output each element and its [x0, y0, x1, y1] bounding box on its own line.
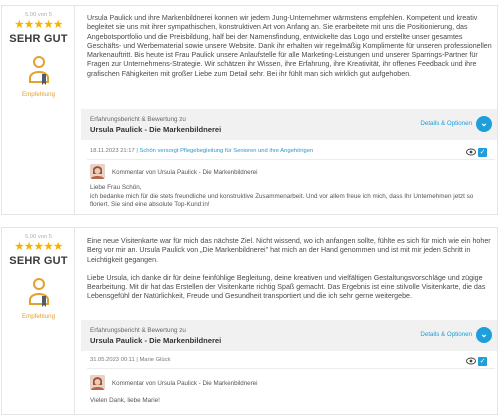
- star-rating: ★★★★★: [14, 241, 63, 253]
- review-info-bar: Erfahrungsbericht & Bewertung zu Ursula …: [81, 109, 497, 140]
- review-date: 31.05.2023 00:11: [90, 357, 135, 363]
- review-author: Marie Glück: [139, 357, 171, 363]
- details-options-link[interactable]: Details & Optionen: [420, 120, 472, 127]
- checkbox-icon[interactable]: ✓: [478, 148, 487, 157]
- recommendation-label: Empfehlung: [21, 313, 56, 320]
- comment-line: floriert. Sie sind eine absolute Top-Kun…: [90, 201, 210, 209]
- review-text: Ursula Paulick und ihre Markenbildnerei …: [87, 14, 492, 78]
- review-meta: 31.05.2023 00:11 | Marie Glück: [90, 357, 170, 363]
- review-actions: ✓: [466, 148, 492, 157]
- verdict-label: SEHR GUT: [9, 255, 68, 267]
- review-date: 18.11.2023 21:17: [90, 148, 135, 154]
- star-rating: ★★★★★: [14, 19, 63, 31]
- company-name[interactable]: Ursula Paulick - Die Markenbildnerei: [90, 125, 221, 134]
- award-person-icon: [29, 56, 49, 85]
- review-actions: ✓: [466, 357, 492, 366]
- review-paragraph: Eine neue Visitenkarte war für mich das …: [87, 237, 491, 264]
- comment-line: Liebe Frau Schön,: [90, 184, 142, 191]
- review-paragraph: Liebe Ursula, ich danke dir für deine fe…: [87, 273, 486, 301]
- chevron-down-icon[interactable]: ⌄: [476, 116, 492, 132]
- avatar: [90, 164, 105, 179]
- review-author-link[interactable]: Schön versorgt Pflegebegleitung für Seni…: [139, 148, 313, 154]
- company-name[interactable]: Ursula Paulick - Die Markenbildnerei: [90, 336, 221, 345]
- checkbox-icon[interactable]: ✓: [478, 357, 487, 366]
- info-caption: Erfahrungsbericht & Bewertung zu: [90, 116, 186, 123]
- comment-text: Liebe Frau Schön, ich bedanke mich für d…: [90, 184, 496, 210]
- eye-icon[interactable]: [466, 357, 476, 365]
- review-text: Eine neue Visitenkarte war für mich das …: [87, 237, 493, 302]
- comment-header: Kommentar von Ursula Paulick - Die Marke…: [112, 169, 258, 176]
- meta-separator: |: [136, 148, 138, 154]
- review-info-bar: Erfahrungsbericht & Bewertung zu Ursula …: [81, 320, 497, 351]
- divider: [87, 159, 495, 160]
- review-card: 5.00 von 5 ★★★★★ SEHR GUT Empfehlung Urs…: [1, 5, 498, 215]
- info-caption: Erfahrungsbericht & Bewertung zu: [90, 327, 186, 334]
- meta-separator: |: [136, 357, 138, 363]
- chevron-down-icon[interactable]: ⌄: [476, 327, 492, 343]
- comment-line: ich bedanke mich für die stets freundlic…: [90, 192, 474, 200]
- divider: [87, 368, 495, 369]
- review-card: 5.00 von 5 ★★★★★ SEHR GUT Empfehlung Ein…: [1, 227, 498, 415]
- avatar: [90, 375, 105, 390]
- rating-column: 5.00 von 5 ★★★★★ SEHR GUT Empfehlung: [2, 6, 75, 214]
- details-options-link[interactable]: Details & Optionen: [420, 331, 472, 338]
- eye-icon[interactable]: [466, 148, 476, 156]
- rating-column: 5.00 von 5 ★★★★★ SEHR GUT Empfehlung: [2, 228, 75, 414]
- recommendation-label: Empfehlung: [21, 91, 56, 98]
- comment-text: Vielen Dank, liebe Marie!: [90, 397, 496, 406]
- comment-header: Kommentar von Ursula Paulick - Die Marke…: [112, 380, 258, 387]
- score-text: 5.00 von 5: [24, 12, 53, 18]
- award-person-icon: [29, 278, 49, 307]
- verdict-label: SEHR GUT: [9, 33, 68, 45]
- comment-line: Vielen Dank, liebe Marie!: [90, 397, 160, 404]
- score-text: 5.00 von 5: [24, 234, 53, 240]
- review-meta: 18.11.2023 21:17 | Schön versorgt Pflege…: [90, 148, 313, 154]
